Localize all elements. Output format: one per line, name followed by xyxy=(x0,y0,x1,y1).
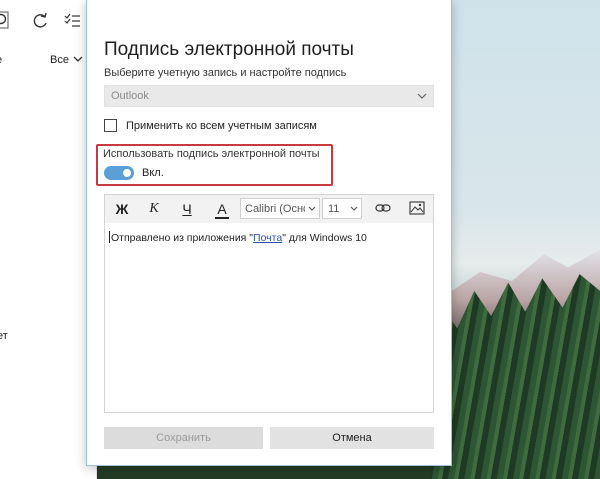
dialog-title: Подпись электронной почты xyxy=(104,39,354,60)
signature-prefix: Отправлено из приложения " xyxy=(111,232,254,244)
select-mode-icon[interactable] xyxy=(62,10,84,32)
signature-dialog: Подпись электронной почты Выберите учетн… xyxy=(86,0,452,466)
mail-toolbar xyxy=(0,10,96,38)
font-family-dropdown[interactable]: Calibri (Осно xyxy=(240,198,320,219)
chevron-down-icon xyxy=(349,202,359,216)
font-size-dropdown[interactable]: 11 xyxy=(322,198,362,219)
filter-label: Все xyxy=(50,54,69,66)
signature-text[interactable]: Отправлено из приложения "Почта" для Win… xyxy=(109,231,367,244)
message-snippet-fragment: ет xyxy=(0,330,8,342)
underline-button[interactable]: Ч xyxy=(176,199,198,219)
toggle-state-label: Вкл. xyxy=(142,167,164,179)
link-icon[interactable] xyxy=(375,201,391,215)
toggle-knob xyxy=(123,169,131,177)
mail-filter[interactable]: е Все xyxy=(0,52,96,72)
image-icon[interactable] xyxy=(409,201,425,215)
italic-button[interactable]: К xyxy=(143,199,165,219)
chevron-down-icon xyxy=(72,52,84,66)
bold-button[interactable]: Ж xyxy=(111,199,133,219)
sync-icon[interactable] xyxy=(29,10,51,32)
signature-editor[interactable]: Ж К Ч A Calibri (Осно 11 Отправлено из п… xyxy=(104,194,434,413)
font-color-bar xyxy=(215,217,229,219)
font-color-button[interactable]: A xyxy=(211,199,233,219)
signature-suffix: " для Windows 10 xyxy=(282,232,367,244)
chevron-down-icon xyxy=(307,202,317,216)
save-button[interactable]: Сохранить xyxy=(104,427,263,449)
formatting-toolbar: Ж К Ч A Calibri (Осно 11 xyxy=(105,195,433,223)
text-cursor xyxy=(109,231,110,243)
dialog-subtitle: Выберите учетную запись и настройте подп… xyxy=(104,67,347,79)
apply-all-label: Применить ко всем учетным записям xyxy=(126,120,317,132)
mail-list-pane: е Все ет xyxy=(0,0,96,479)
signature-link[interactable]: Почта xyxy=(253,232,282,244)
font-color-letter: A xyxy=(217,201,227,217)
account-dropdown[interactable]: Outlook xyxy=(104,85,434,107)
font-family-value: Calibri (Осно xyxy=(245,203,305,215)
folder-name-fragment: е xyxy=(0,54,2,66)
chevron-down-icon xyxy=(416,89,428,103)
cancel-button[interactable]: Отмена xyxy=(270,427,434,449)
use-signature-label: Использовать подпись электронной почты xyxy=(103,148,320,160)
font-size-value: 11 xyxy=(328,203,340,215)
use-signature-toggle[interactable] xyxy=(104,166,134,180)
search-icon[interactable] xyxy=(0,10,14,32)
apply-all-checkbox[interactable] xyxy=(104,119,117,132)
account-dropdown-value: Outlook xyxy=(111,90,149,102)
